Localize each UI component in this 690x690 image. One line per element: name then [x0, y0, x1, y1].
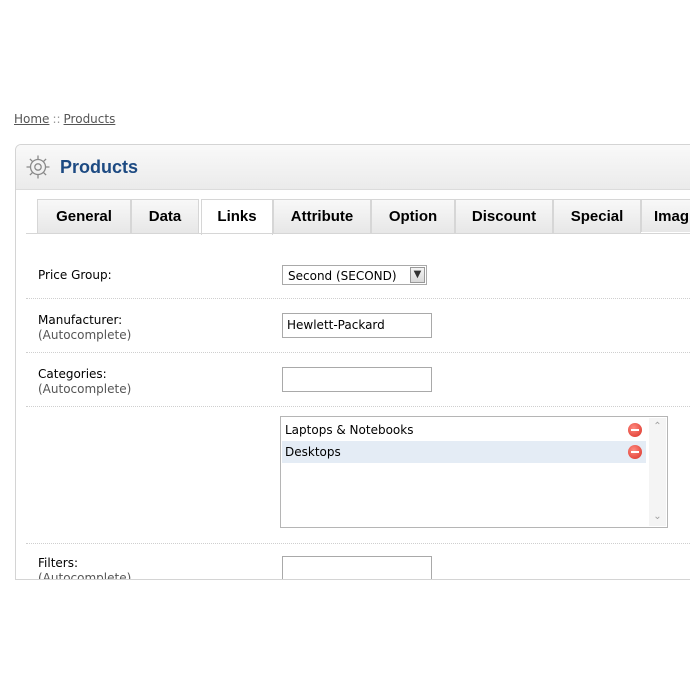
- tab-links[interactable]: Links: [201, 199, 273, 235]
- tab-data[interactable]: Data: [131, 199, 199, 233]
- manufacturer-help: (Autocomplete): [38, 328, 132, 342]
- filters-help: (Autocomplete): [38, 571, 132, 580]
- tab-discount[interactable]: Discount: [455, 199, 553, 233]
- manufacturer-row: Manufacturer: (Autocomplete) Hewlett-Pac…: [26, 298, 690, 353]
- gear-icon: [26, 155, 50, 179]
- tab-general[interactable]: General: [37, 199, 131, 233]
- tab-attribute[interactable]: Attribute: [273, 199, 371, 233]
- manufacturer-label: Manufacturer: (Autocomplete): [38, 313, 131, 343]
- breadcrumb: Home:: Products: [14, 112, 115, 126]
- category-name: Laptops & Notebooks: [285, 423, 414, 437]
- remove-icon[interactable]: [628, 423, 642, 437]
- scroll-down-icon[interactable]: ⌄: [649, 510, 666, 524]
- tab-bar: General Data Links Attribute Option Disc…: [37, 199, 690, 235]
- page-title: Products: [60, 157, 139, 177]
- filters-label-text: Filters:: [38, 556, 79, 570]
- filters-row: Filters: (Autocomplete): [26, 543, 690, 580]
- categories-label-text: Categories:: [38, 367, 107, 381]
- category-list-row: Laptops & Notebooks Desktops ⌃ ⌄: [26, 406, 690, 544]
- manufacturer-input[interactable]: Hewlett-Packard: [282, 313, 432, 338]
- products-panel: Products General Data Links Attribute Op…: [15, 144, 690, 580]
- list-item: Desktops: [282, 441, 646, 463]
- category-name: Desktops: [285, 445, 341, 459]
- price-group-select[interactable]: Second (SECOND) ▼: [282, 265, 427, 285]
- categories-input[interactable]: [282, 367, 432, 392]
- panel-heading: Products: [16, 145, 690, 190]
- tab-image[interactable]: Imag: [641, 199, 690, 232]
- categories-row: Categories: (Autocomplete): [26, 352, 690, 407]
- category-list[interactable]: Laptops & Notebooks Desktops ⌃ ⌄: [280, 416, 668, 528]
- categories-help: (Autocomplete): [38, 382, 132, 396]
- tab-special[interactable]: Special: [553, 199, 641, 233]
- price-group-label: Price Group:: [38, 268, 112, 282]
- remove-icon[interactable]: [628, 445, 642, 459]
- chevron-down-icon[interactable]: ▼: [410, 267, 425, 283]
- price-group-row: Price Group: Second (SECOND) ▼: [26, 234, 690, 299]
- scroll-up-icon[interactable]: ⌃: [649, 420, 666, 434]
- categories-label: Categories: (Autocomplete): [38, 367, 131, 397]
- filters-label: Filters: (Autocomplete): [38, 556, 132, 580]
- breadcrumb-products-link[interactable]: Products: [64, 112, 116, 126]
- manufacturer-label-text: Manufacturer:: [38, 313, 123, 327]
- breadcrumb-separator: ::: [52, 112, 61, 126]
- filters-input[interactable]: [282, 556, 432, 579]
- price-group-value: Second (SECOND): [288, 269, 397, 283]
- breadcrumb-home-link[interactable]: Home: [14, 112, 49, 126]
- scrollbar[interactable]: ⌃ ⌄: [649, 418, 666, 526]
- tab-option[interactable]: Option: [371, 199, 455, 233]
- list-item: Laptops & Notebooks: [282, 419, 646, 441]
